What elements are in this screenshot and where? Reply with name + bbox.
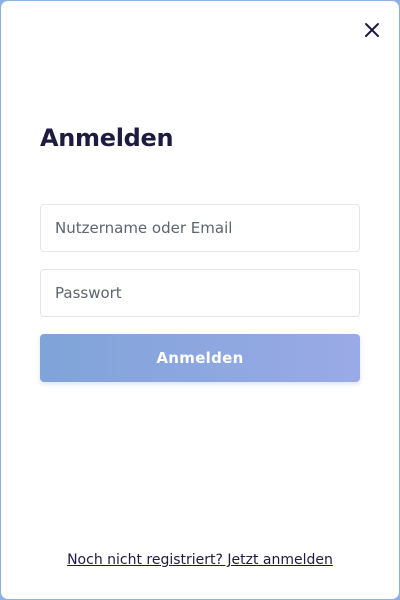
close-button[interactable] xyxy=(362,20,382,40)
register-link[interactable]: Noch nicht registriert? Jetzt anmelden xyxy=(1,550,399,570)
modal-frame: Anmelden Anmelden Noch nicht registriert… xyxy=(0,0,400,600)
password-field[interactable] xyxy=(40,269,360,317)
username-field[interactable] xyxy=(40,204,360,252)
login-modal: Anmelden Anmelden Noch nicht registriert… xyxy=(1,1,399,599)
login-button[interactable]: Anmelden xyxy=(40,334,360,382)
close-icon xyxy=(365,23,379,37)
page-title: Anmelden xyxy=(40,124,174,152)
